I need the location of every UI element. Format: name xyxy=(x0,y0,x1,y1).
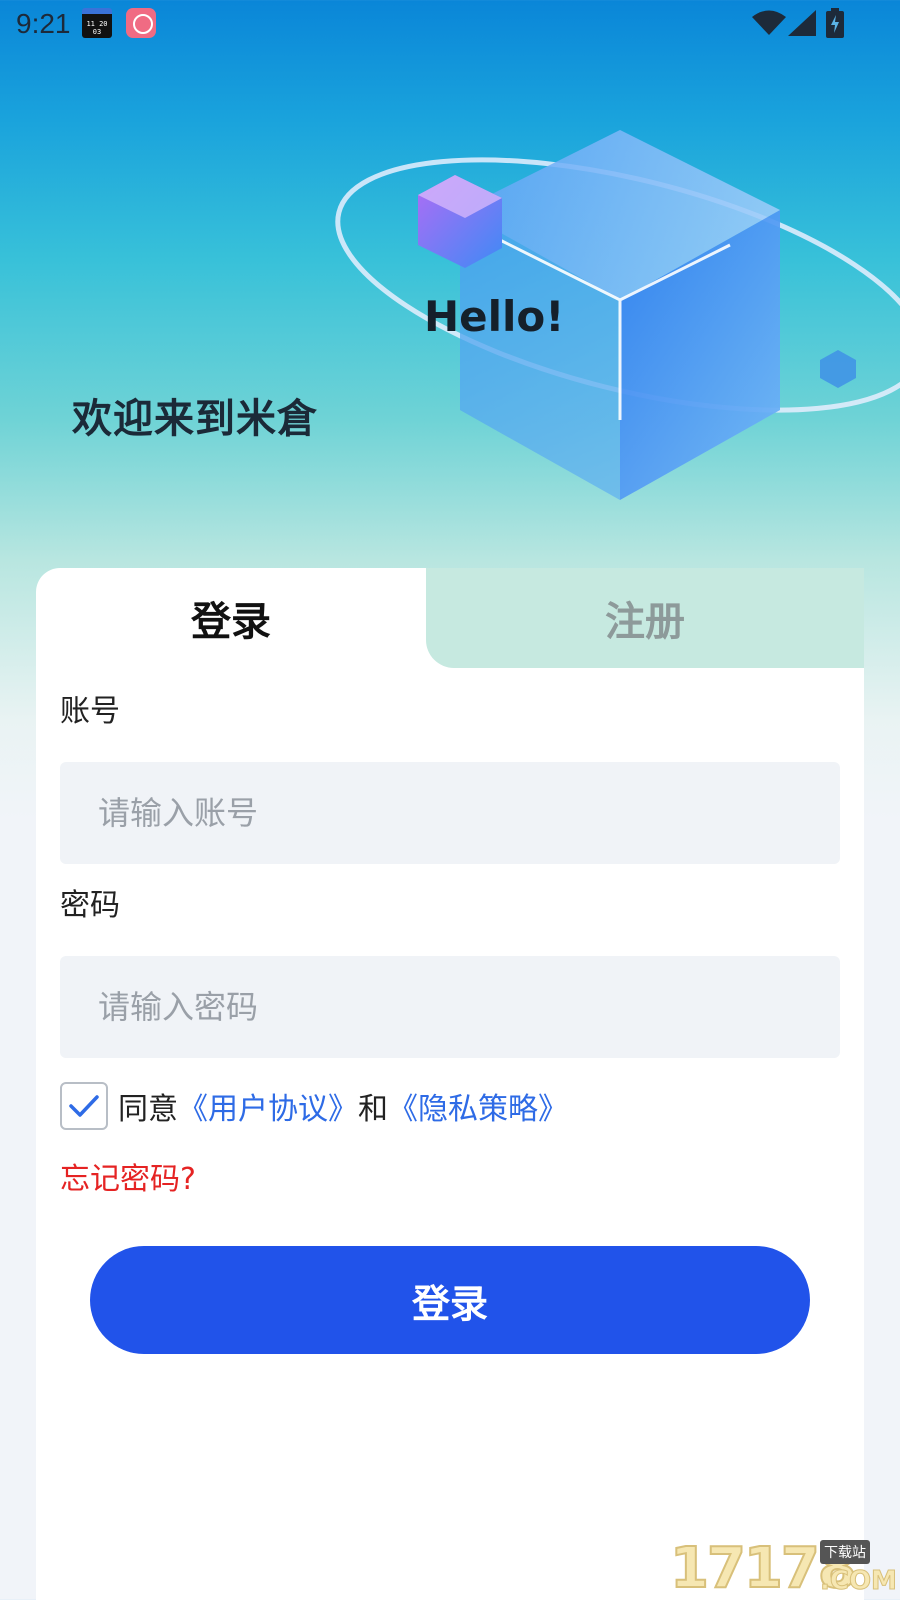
password-input[interactable] xyxy=(60,956,840,1058)
account-input[interactable] xyxy=(60,762,840,864)
status-time: 9:21 xyxy=(16,8,71,39)
agree-and: 和 xyxy=(358,1092,388,1127)
clock-app-mini-text: 11 20 03 xyxy=(86,20,108,36)
tab-register[interactable]: 注册 xyxy=(426,568,864,668)
agree-prefix: 同意 xyxy=(118,1092,178,1127)
login-button[interactable]: 登录 xyxy=(90,1246,810,1354)
site-watermark: 17178 下载站 .COM xyxy=(669,1535,900,1600)
wifi-icon xyxy=(752,10,786,35)
watermark-suffix: .COM xyxy=(820,1566,898,1597)
watermark-tag: 下载站 xyxy=(820,1540,870,1564)
password-label: 密码 xyxy=(60,888,120,923)
hero-cube-illustration xyxy=(335,130,900,500)
signal-icon xyxy=(788,10,816,36)
login-card: 登录 注册 账号 密码 同意 《用户协议》 和 《隐私策略》 忘记密码? 登录 xyxy=(36,568,864,1600)
account-label: 账号 xyxy=(60,694,120,729)
checkmark-icon xyxy=(69,1095,99,1117)
clock-app-icon: 11 20 03 xyxy=(82,8,112,38)
status-bar: 9:21 11 20 03 xyxy=(0,0,900,48)
agree-checkbox[interactable] xyxy=(60,1082,108,1130)
privacy-policy-link[interactable]: 《隐私策略》 xyxy=(388,1084,568,1128)
tab-login[interactable]: 登录 xyxy=(36,568,426,668)
agreement-row: 同意 《用户协议》 和 《隐私策略》 xyxy=(60,1082,568,1130)
food-app-icon xyxy=(126,8,156,38)
battery-charging-icon xyxy=(826,8,844,38)
user-agreement-link[interactable]: 《用户协议》 xyxy=(178,1084,358,1128)
tab-bar: 登录 注册 xyxy=(36,568,864,668)
welcome-title: 欢迎来到米倉 xyxy=(72,396,318,442)
hello-heading: Hello! xyxy=(424,292,565,341)
forgot-password-link[interactable]: 忘记密码? xyxy=(60,1154,196,1198)
